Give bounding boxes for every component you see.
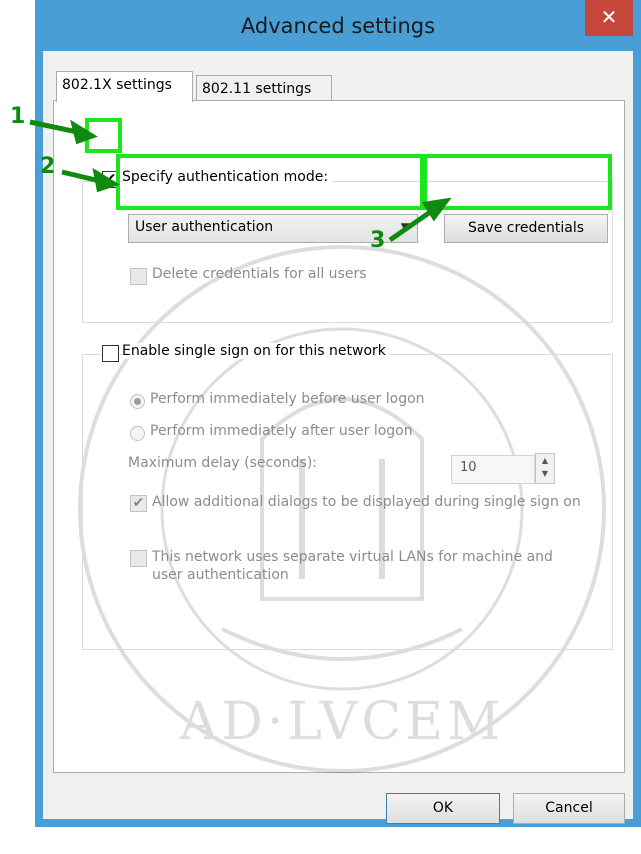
arrow-1-head: [70, 119, 98, 145]
annotation-label-3: 3: [370, 228, 386, 253]
annotation-arrows: [29, 119, 452, 243]
arrow-2-head: [92, 167, 120, 193]
tab-8021x-settings[interactable]: 802.1X settings: [56, 71, 193, 102]
annotation-label-1: 1: [10, 104, 26, 129]
annotation-label-2: 2: [40, 154, 56, 179]
